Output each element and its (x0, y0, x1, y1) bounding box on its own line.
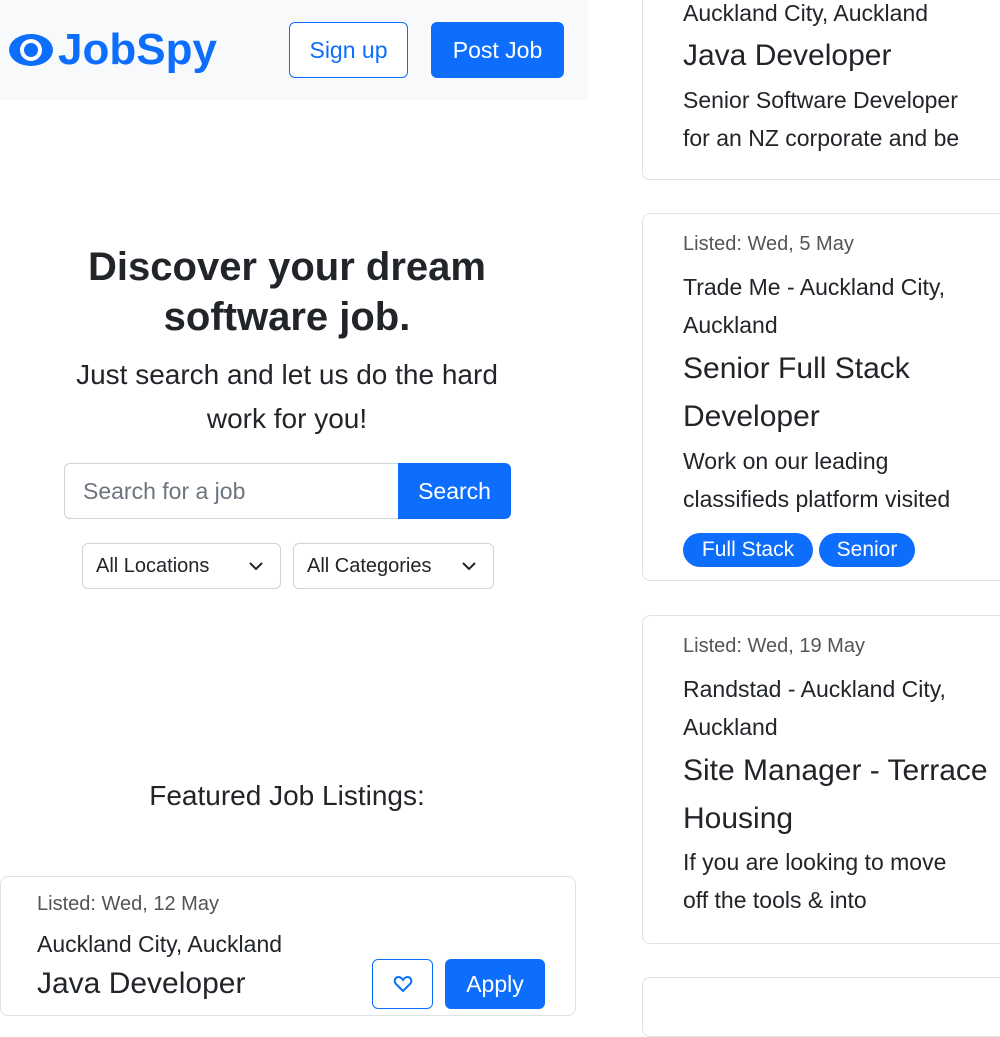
job-title-line2[interactable]: Developer (683, 393, 820, 441)
job-description-line1: Senior Software Developer (683, 87, 958, 113)
chevron-down-icon (249, 562, 263, 571)
chevron-down-icon (462, 562, 476, 571)
location-select[interactable]: All Locations (82, 543, 281, 589)
job-company: Auckland City, Auckland (683, 0, 929, 26)
job-card[interactable] (642, 977, 1000, 1037)
job-description-line2: classifieds platform visited (683, 486, 951, 512)
heart-icon (393, 975, 412, 993)
job-company-line1: Trade Me - Auckland City, (683, 274, 946, 300)
search-button[interactable]: Search (398, 463, 511, 519)
signup-button[interactable]: Sign up (289, 22, 408, 78)
listed-date: Listed: Wed, 5 May (683, 233, 854, 255)
job-title-line2[interactable]: Housing (683, 795, 793, 843)
job-company-line1: Randstad - Auckland City, (683, 676, 946, 702)
hero-title-line2: software job. (163, 295, 411, 339)
apply-button[interactable]: Apply (445, 959, 545, 1009)
hero-subtitle-line1: Just search and let us do the hard (76, 359, 498, 390)
search-input[interactable]: Search for a job (64, 463, 398, 519)
category-select[interactable]: All Categories (293, 543, 494, 589)
job-description-line2: for an NZ corporate and be (683, 125, 960, 151)
job-company-line2: Auckland (683, 714, 778, 740)
navbar: JobSpy Sign up Post Job (0, 0, 588, 100)
listed-date: Listed: Wed, 19 May (683, 635, 865, 657)
brand-name: JobSpy (58, 25, 217, 74)
hero-title-line1: Discover your dream (88, 245, 486, 289)
post-job-button[interactable]: Post Job (431, 22, 564, 78)
hero-title: Discover your dream software job. (0, 242, 574, 342)
favorite-button[interactable] (372, 959, 433, 1009)
category-select-value: All Categories (307, 554, 432, 577)
tag-badge: Senior (819, 533, 915, 567)
tag-badge: Full Stack (683, 533, 813, 567)
job-company: Auckland City, Auckland (37, 931, 283, 957)
job-title[interactable]: Java Developer (37, 960, 245, 1008)
listed-date: Listed: Wed, 12 May (37, 893, 219, 915)
eye-logo-icon (9, 34, 53, 66)
job-title[interactable]: Java Developer (683, 32, 891, 80)
brand-logo[interactable]: JobSpy (8, 24, 217, 76)
hero-subtitle-line2: work for you! (206, 403, 368, 434)
featured-heading: Featured Job Listings: (149, 780, 425, 811)
job-description-line1: Work on our leading (683, 448, 889, 474)
job-company-line2: Auckland (683, 312, 778, 338)
job-title-line1[interactable]: Senior Full Stack (683, 345, 910, 393)
job-description-line2: off the tools & into (683, 887, 867, 913)
location-select-value: All Locations (96, 554, 210, 577)
hero-subtitle: Just search and let us do the hard work … (60, 353, 514, 441)
job-description-line1: If you are looking to move (683, 849, 947, 875)
job-title-line1[interactable]: Site Manager - Terrace (683, 747, 988, 795)
search-bar: Search for a job Search (64, 463, 511, 519)
